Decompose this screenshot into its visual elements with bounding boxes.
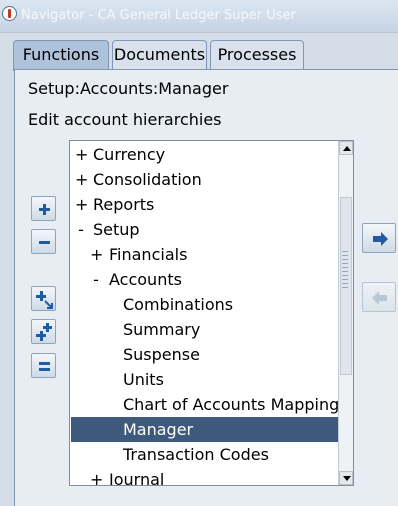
tree-item[interactable]: - Setup [71, 217, 338, 242]
tree-item[interactable]: Manager [71, 417, 338, 442]
tab-documents[interactable]: Documents [112, 40, 207, 69]
tree-item[interactable]: Chart of Accounts Mapping [71, 392, 338, 417]
tree-item-label: Journal [109, 470, 165, 485]
tree-item-label: Currency [93, 145, 166, 164]
expand-node-icon[interactable]: + [75, 167, 88, 192]
collapse-button[interactable] [31, 229, 56, 254]
tree-item[interactable]: + Currency [71, 142, 338, 167]
expand-node-icon[interactable]: + [90, 242, 103, 267]
expand-branch-icon [36, 291, 53, 309]
tree-item[interactable]: + Reports [71, 192, 338, 217]
tree-item-label: Reports [93, 195, 155, 214]
tree-item[interactable]: + Financials [71, 242, 338, 267]
collapse-all-icon [39, 362, 50, 371]
expand-node-icon[interactable]: + [75, 142, 88, 167]
tree-item-label: Setup [93, 220, 140, 239]
tree-item[interactable]: Suspense [71, 342, 338, 367]
plus-icon [39, 204, 50, 215]
expand-button[interactable] [31, 196, 56, 221]
tree-item-label: Units [123, 370, 164, 389]
collapse-all-button[interactable] [31, 353, 56, 378]
title-bar: Navigator - CA General Ledger Super User [0, 0, 398, 33]
scrollbar-grip-icon [342, 251, 348, 291]
expand-node-icon[interactable]: + [90, 467, 103, 485]
oracle-app-icon [2, 6, 17, 21]
tree-item-label: Chart of Accounts Mapping [123, 395, 338, 414]
collapse-node-icon[interactable]: - [90, 267, 102, 292]
remove-button[interactable] [362, 282, 396, 312]
tree-item-label: Consolidation [93, 170, 202, 189]
minus-icon [39, 241, 50, 244]
tree-item-label: Summary [123, 320, 201, 339]
expand-all-button[interactable] [31, 319, 56, 344]
tab-functions[interactable]: Functions [13, 40, 109, 71]
window-title: Navigator - CA General Ledger Super User [21, 8, 296, 23]
scroll-down-arrow-icon[interactable] [339, 471, 353, 485]
tree-item[interactable]: Combinations [71, 292, 338, 317]
tree-item[interactable]: + Consolidation [71, 167, 338, 192]
tree-item-label: Financials [109, 245, 188, 264]
add-to-documents-button[interactable] [362, 223, 396, 253]
collapse-node-icon[interactable]: - [75, 217, 87, 242]
scroll-up-arrow-icon[interactable] [339, 141, 353, 155]
function-tree[interactable]: + Currency + Consolidation + Reports - Setup + Fi… [69, 140, 354, 486]
expand-branch-button[interactable] [31, 286, 56, 311]
tree-item[interactable]: + Journal [71, 467, 338, 485]
tree-item-label: Transaction Codes [123, 445, 269, 464]
tree-item[interactable]: Transaction Codes [71, 442, 338, 467]
tree-item-label: Combinations [123, 295, 234, 314]
arrow-right-icon [373, 232, 388, 246]
tree-item-label: Manager [123, 420, 194, 439]
function-description: Edit account hierarchies [28, 110, 222, 129]
tree-item[interactable]: - Accounts [71, 267, 338, 292]
tree-scrollbar[interactable] [338, 141, 353, 485]
current-function-path: Setup:Accounts:Manager [28, 79, 229, 98]
expand-all-icon [36, 323, 52, 341]
tab-processes[interactable]: Processes [210, 40, 304, 69]
tree-item-label: Accounts [109, 270, 182, 289]
tree-item[interactable]: Units [71, 367, 338, 392]
tree-item-label: Suspense [123, 345, 200, 364]
arrow-left-icon [372, 291, 387, 305]
expand-node-icon[interactable]: + [75, 192, 88, 217]
tree-item[interactable]: Summary [71, 317, 338, 342]
